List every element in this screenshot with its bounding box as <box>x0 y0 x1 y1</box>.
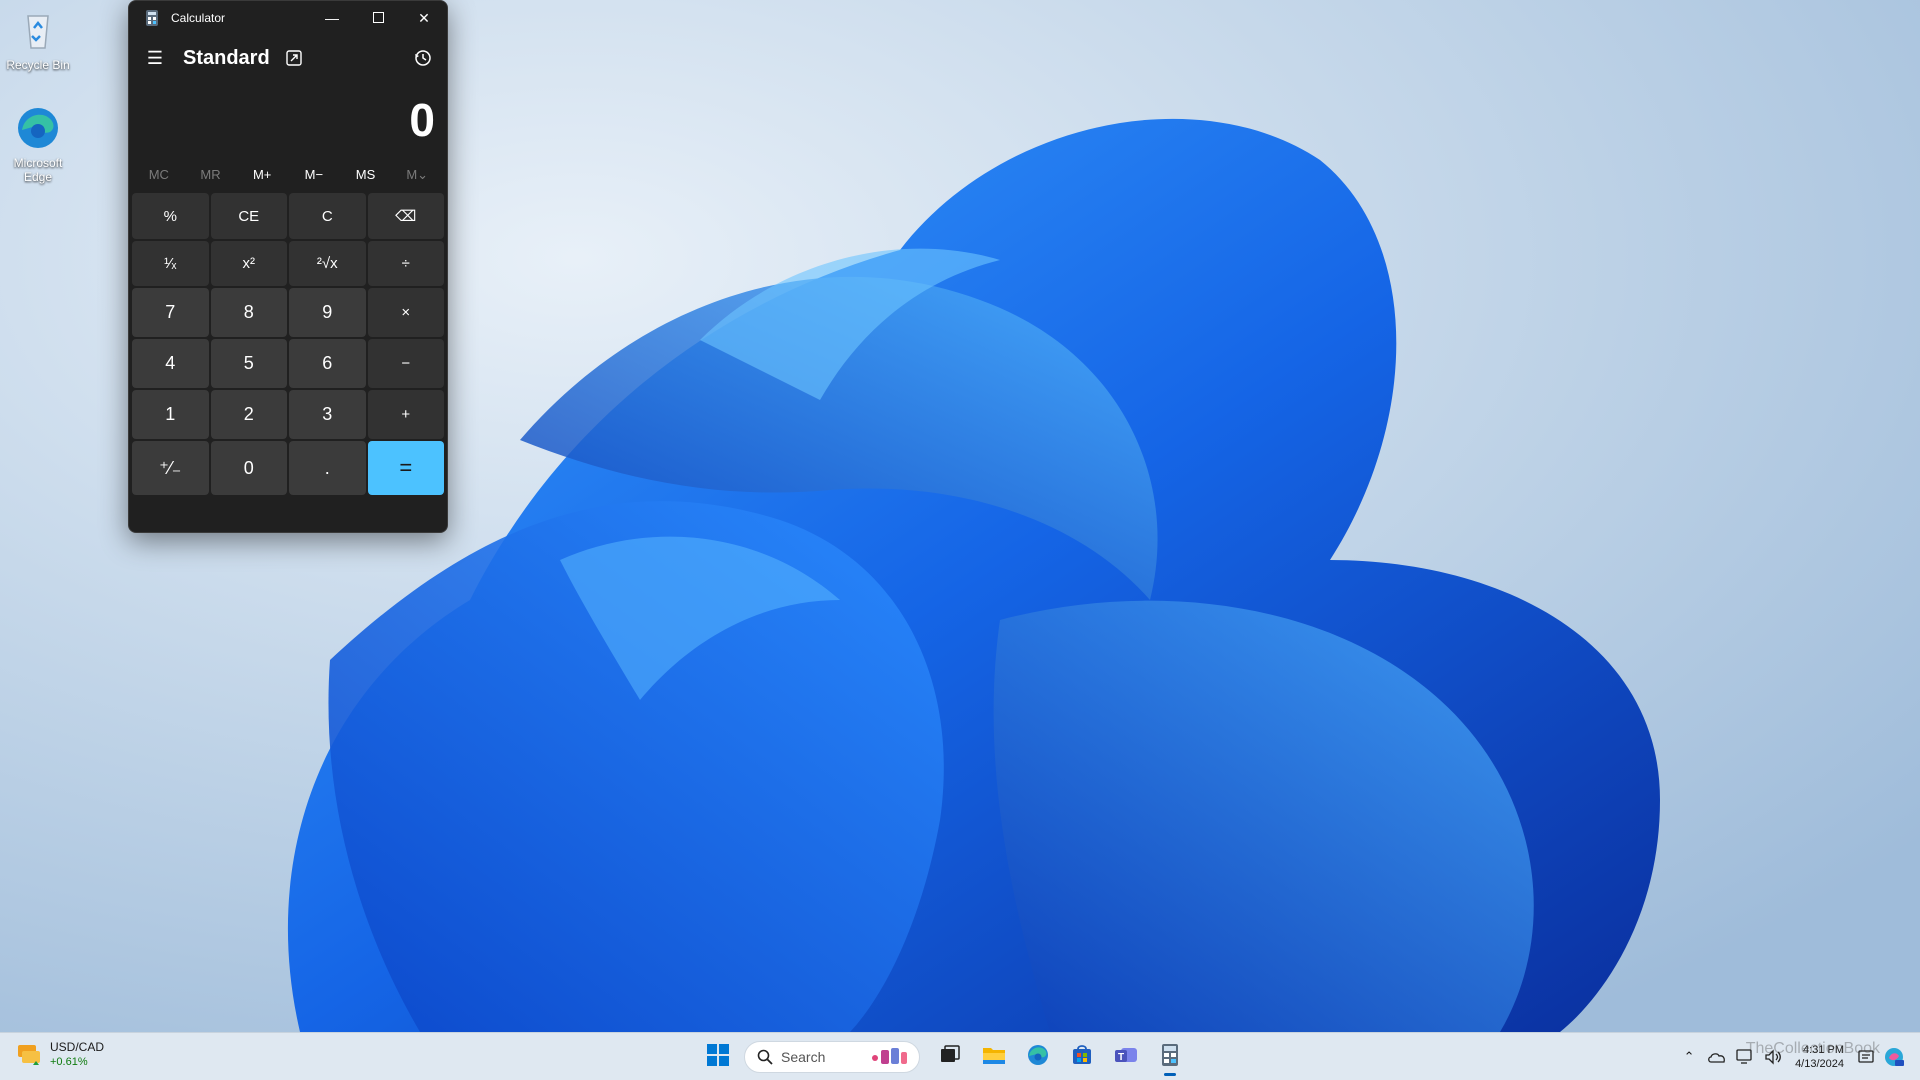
digit-7-button[interactable]: 7 <box>132 288 209 337</box>
add-button[interactable]: + <box>367 390 444 439</box>
search-icon <box>757 1049 773 1065</box>
digit-5-button[interactable]: 5 <box>210 339 287 388</box>
memory-clear-button[interactable]: MC <box>133 161 185 189</box>
clock-date: 4/13/2024 <box>1795 1058 1844 1070</box>
file-explorer-button[interactable] <box>974 1037 1014 1077</box>
close-button[interactable]: ✕ <box>401 1 447 35</box>
watermark: TheCollectionBook <box>1745 1040 1880 1057</box>
calculator-taskbar-button[interactable] <box>1150 1037 1190 1077</box>
start-button[interactable] <box>698 1037 738 1077</box>
digit-8-button[interactable]: 8 <box>210 288 287 337</box>
calculator-window: Calculator — ✕ ☰ Standard 0 MC MR M+ M− … <box>128 0 448 533</box>
store-button[interactable] <box>1062 1037 1102 1077</box>
maximize-icon <box>372 10 384 26</box>
calculator-app-icon <box>145 10 159 26</box>
minimize-icon: — <box>325 10 339 26</box>
search-highlight-icon <box>871 1046 911 1068</box>
search-placeholder: Search <box>781 1049 826 1065</box>
onedrive-icon[interactable] <box>1706 1046 1728 1068</box>
desktop-icon-recycle-bin[interactable]: Recycle Bin <box>0 6 76 72</box>
hamburger-menu-icon[interactable]: ☰ <box>143 46 167 70</box>
clear-entry-button[interactable]: CE <box>210 193 287 239</box>
digit-4-button[interactable]: 4 <box>132 339 209 388</box>
decimal-button[interactable]: . <box>289 441 366 495</box>
equals-button[interactable]: = <box>367 441 444 495</box>
result-display: 0 <box>409 94 435 146</box>
keypad: % CE C ⌫ ¹⁄ₓ x² ²√x ÷ 7 8 9 × 4 5 6 − 1 … <box>129 189 447 498</box>
widget-title: USD/CAD <box>50 1040 105 1054</box>
widgets-button[interactable]: USD/CAD +0.61% <box>14 1039 104 1069</box>
calculator-header: ☰ Standard <box>129 35 447 81</box>
chevron-up-icon[interactable]: ⌃ <box>1678 1046 1700 1068</box>
memory-list-button[interactable]: M⌄ <box>391 161 443 189</box>
percent-button[interactable]: % <box>132 193 209 239</box>
teams-button[interactable]: T <box>1106 1037 1146 1077</box>
file-explorer-icon <box>982 1044 1006 1071</box>
start-icon <box>706 1043 730 1072</box>
memory-subtract-button[interactable]: M− <box>288 161 340 189</box>
recycle-bin-icon <box>14 6 62 54</box>
clear-button[interactable]: C <box>289 193 366 239</box>
digit-6-button[interactable]: 6 <box>289 339 366 388</box>
minimize-button[interactable]: — <box>309 1 355 35</box>
digit-1-button[interactable]: 1 <box>132 390 209 439</box>
negate-button[interactable]: ⁺⁄₋ <box>132 441 209 495</box>
widget-change: +0.61% <box>50 1056 88 1068</box>
memory-add-button[interactable]: M+ <box>236 161 288 189</box>
desktop-icon-microsoft-edge[interactable]: Microsoft Edge <box>0 104 76 184</box>
subtract-button[interactable]: − <box>367 339 444 388</box>
currency-widget-icon <box>14 1039 44 1069</box>
teams-icon: T <box>1113 1044 1139 1071</box>
svg-text:T: T <box>1118 1052 1124 1063</box>
multiply-button[interactable]: × <box>367 288 444 337</box>
desktop-icon-label: Microsoft Edge <box>13 156 63 184</box>
keep-on-top-icon[interactable] <box>284 48 304 68</box>
digit-0-button[interactable]: 0 <box>210 441 287 495</box>
taskbar-apps: Search T <box>696 1037 1192 1077</box>
memory-recall-button[interactable]: MR <box>185 161 237 189</box>
taskbar: USD/CAD +0.61% Search T ⌃ 4:31 PM 4/13/2… <box>0 1032 1920 1080</box>
square-button[interactable]: x² <box>210 241 287 286</box>
edge-icon <box>14 104 62 152</box>
window-title: Calculator <box>171 11 226 25</box>
digit-2-button[interactable]: 2 <box>210 390 287 439</box>
history-icon[interactable] <box>411 46 435 70</box>
digit-3-button[interactable]: 3 <box>289 390 366 439</box>
copilot-icon[interactable] <box>1883 1046 1905 1068</box>
task-view-icon <box>939 1044 961 1071</box>
memory-store-button[interactable]: MS <box>340 161 392 189</box>
edge-icon <box>1026 1043 1050 1072</box>
square-root-button[interactable]: ²√x <box>289 241 366 286</box>
mode-title: Standard <box>183 46 270 69</box>
reciprocal-button[interactable]: ¹⁄ₓ <box>132 241 209 286</box>
divide-button[interactable]: ÷ <box>367 241 444 286</box>
close-icon: ✕ <box>418 9 430 26</box>
digit-9-button[interactable]: 9 <box>289 288 366 337</box>
store-icon <box>1071 1044 1093 1071</box>
edge-taskbar-button[interactable] <box>1018 1037 1058 1077</box>
task-view-button[interactable] <box>930 1037 970 1077</box>
memory-row: MC MR M+ M− MS M⌄ <box>129 161 447 189</box>
backspace-button[interactable]: ⌫ <box>367 193 444 239</box>
calculator-icon <box>1161 1043 1179 1071</box>
desktop-icon-label: Recycle Bin <box>6 58 70 72</box>
taskbar-search-box[interactable]: Search <box>744 1041 920 1073</box>
maximize-button[interactable] <box>355 1 401 35</box>
title-bar[interactable]: Calculator — ✕ <box>129 1 447 35</box>
